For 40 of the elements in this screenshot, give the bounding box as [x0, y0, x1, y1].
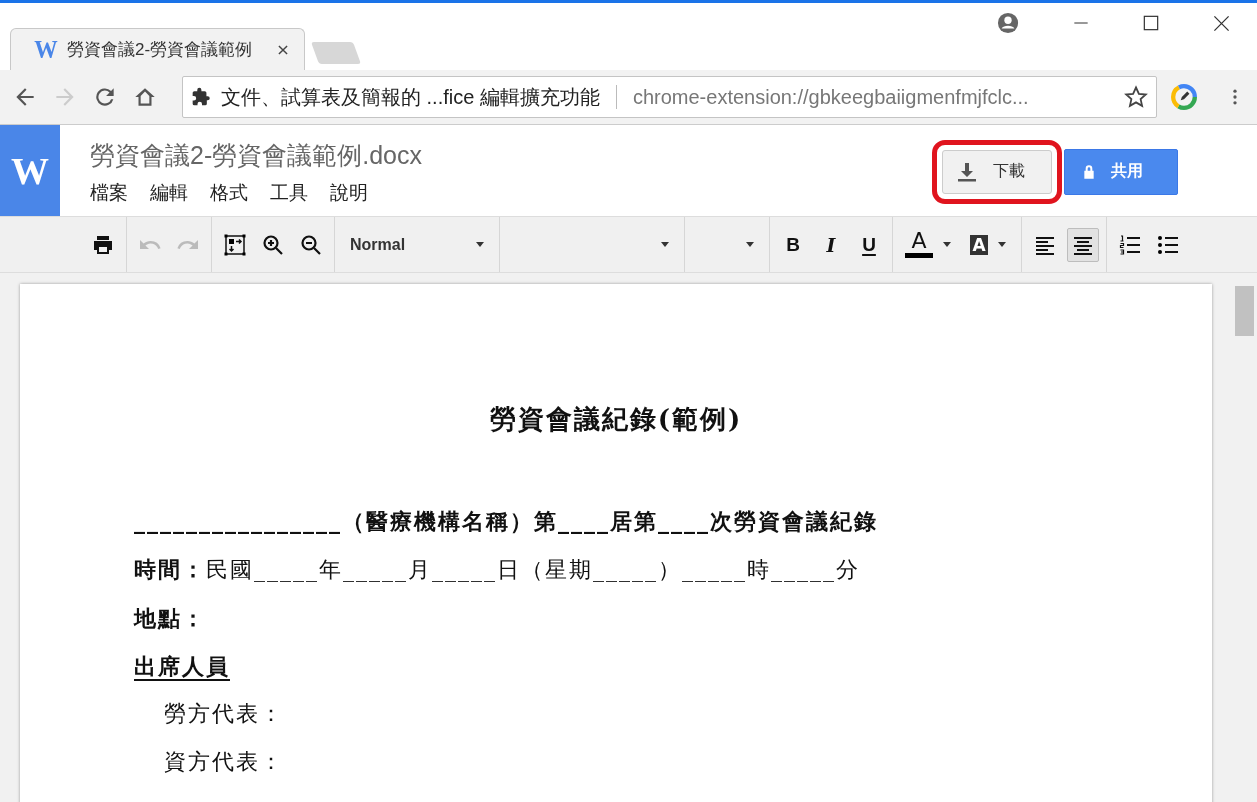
bold-button[interactable]: B	[777, 227, 809, 262]
scrollbar-thumb[interactable]	[1235, 286, 1254, 336]
star-icon[interactable]	[1124, 85, 1148, 109]
page-title: 文件、試算表及簡報的 ...fice 編輯擴充功能	[221, 84, 600, 110]
browser-tab[interactable]: W 勞資會議2-勞資會議範例	[10, 28, 305, 70]
extension-icon[interactable]	[1171, 84, 1197, 110]
document-title: 勞資會議紀錄(範例)	[488, 403, 744, 436]
address-bar[interactable]: 文件、試算表及簡報的 ...fice 編輯擴充功能 chrome-extension://gbkeegbaiigmenfmjfclc...	[182, 76, 1157, 118]
maximize-icon[interactable]	[1143, 15, 1159, 31]
menu-item[interactable]: 編輯	[150, 180, 188, 206]
file-name: 勞資會議2-勞資會議範例.docx	[90, 140, 423, 171]
close-icon[interactable]	[1213, 14, 1230, 32]
document-line: 出席人員	[134, 652, 230, 681]
document-line: 地點：	[134, 604, 206, 633]
document-line: 勞方代表：	[163, 700, 284, 728]
zoom-out-icon	[299, 232, 323, 257]
close-icon[interactable]	[276, 42, 290, 57]
style-dropdown[interactable]: Normal	[342, 227, 492, 262]
menu-item[interactable]: 工具	[270, 180, 308, 206]
tab-title: 勞資會議2-勞資會議範例	[67, 39, 254, 61]
align-center-button[interactable]	[1067, 227, 1099, 262]
text-color-button[interactable]: A	[900, 227, 956, 262]
lock-icon	[1081, 162, 1097, 181]
underline-button[interactable]: U	[853, 227, 885, 262]
zoom-in-icon	[261, 232, 285, 257]
document-line: ________________（醫療機構名稱）第____居第____次勞資會議紀錄	[134, 507, 878, 536]
url-text: chrome-extension://gbkeegbaiigmenfmjfclc...	[632, 85, 1030, 109]
account-icon[interactable]	[997, 12, 1019, 34]
document-line: 時間：民國_____年_____月_____日（星期_____）_____時_____分	[134, 555, 860, 584]
numbered-list-icon	[1118, 232, 1142, 257]
menu-item[interactable]: 格式	[210, 180, 248, 206]
document-line: 資方代表：	[163, 748, 284, 776]
app-logo: W	[0, 125, 60, 216]
italic-button[interactable]: I	[815, 227, 847, 262]
fit-icon	[223, 232, 247, 257]
highlight-color-button[interactable]: A	[962, 227, 1014, 262]
puzzle-icon	[191, 87, 211, 107]
app-icon: W	[34, 34, 58, 65]
menu-item[interactable]: 說明	[330, 180, 368, 206]
menu-item[interactable]: 檔案	[90, 180, 128, 206]
